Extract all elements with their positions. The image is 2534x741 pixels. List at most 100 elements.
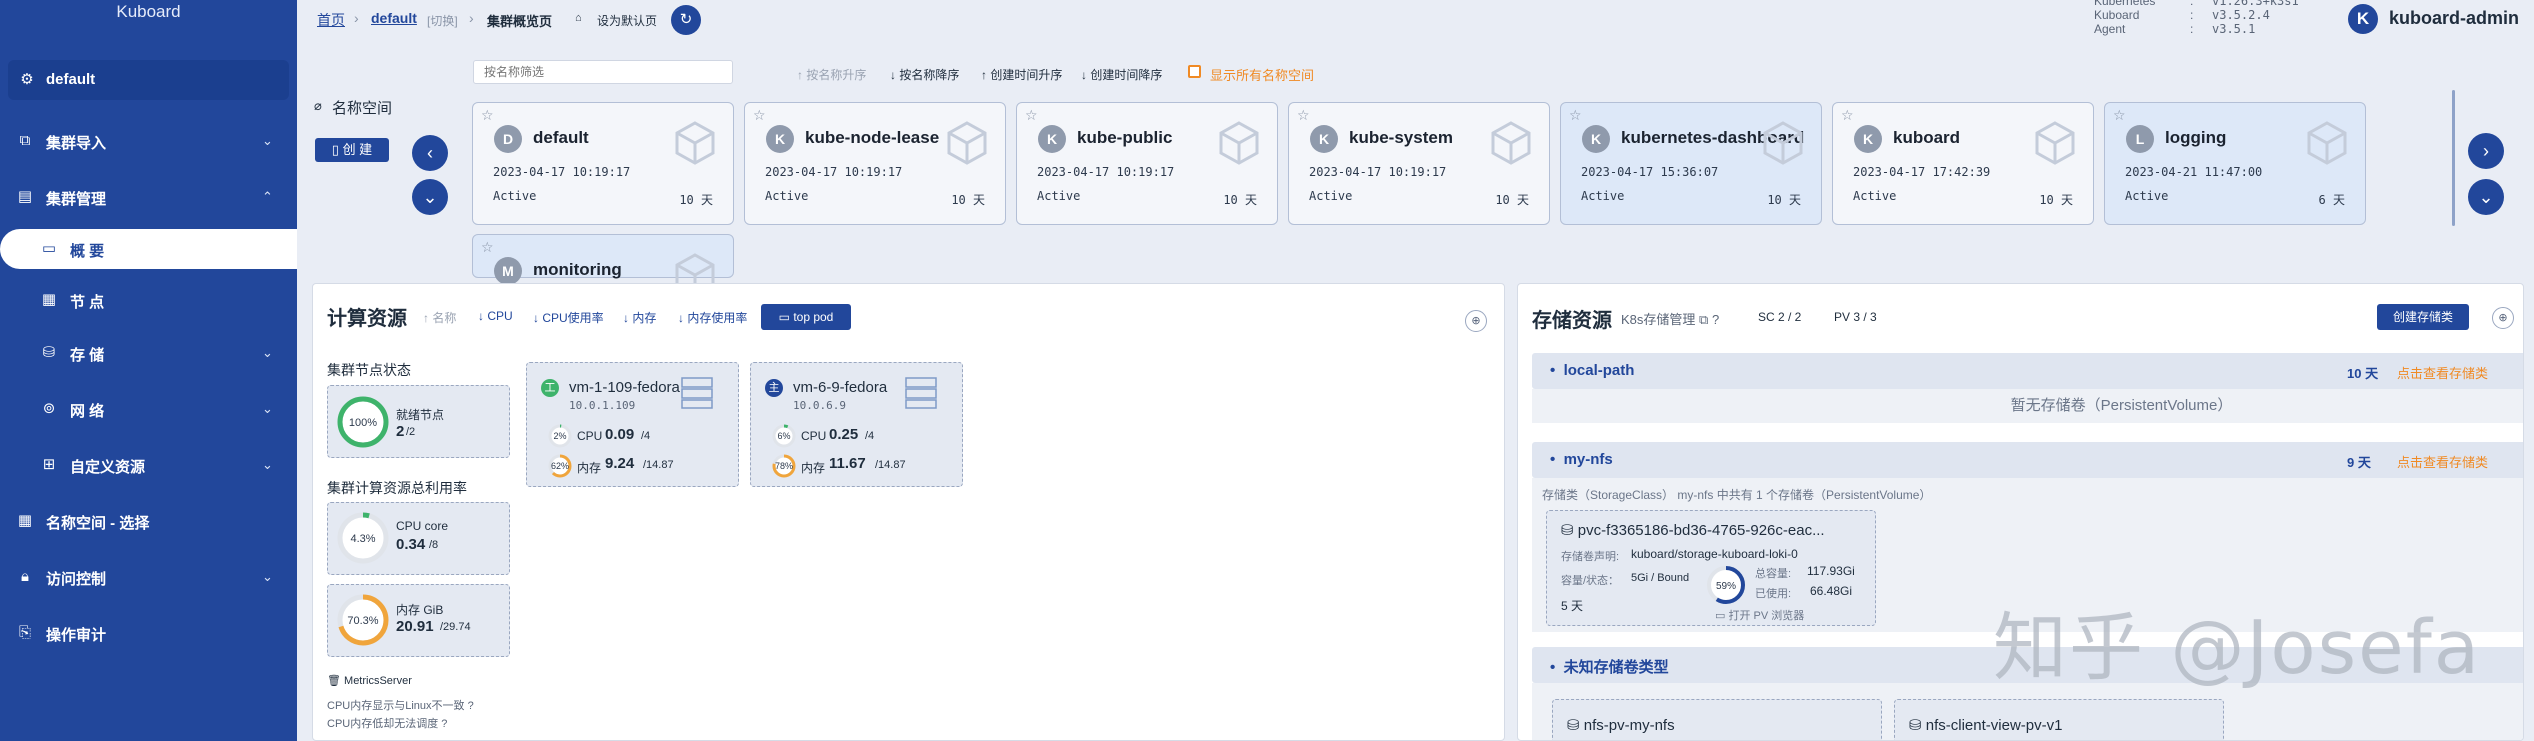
namespace-card[interactable]: ☆ Kkube-node-lease 2023-04-17 10:19:17 Acti… [744,102,1006,225]
breadcrumb-cluster[interactable]: default [371,10,417,26]
star-icon[interactable]: ☆ [1841,107,1854,124]
pv-card[interactable]: ⛁ pvc-f3365186-bd36-4765-926c-eac... 存储卷… [1546,510,1876,626]
pv-card[interactable]: ⛁ nfs-pv-my-nfs [1552,699,1882,740]
cube-icon [1491,121,1531,165]
star-icon[interactable]: ☆ [753,107,766,124]
empty-volumes-text: 暂无存储卷（PersistentVolume） [1532,389,2523,423]
version-info: Kubernetes: v1.26.3+k3s1 Kuboard: v3.5.2.4… [2094,0,2299,36]
namespace-card[interactable]: ☆ Kkube-public 2023-04-17 10:19:17 Active 10… [1016,102,1278,225]
monitor-icon: ▭ [778,310,794,324]
node-card[interactable]: 工 vm-1-109-fedora 10.0.1.109 2% CPU 0.09/4 62%… [526,362,739,487]
namespace-card[interactable]: ☆ Kkuboard 2023-04-17 17:42:39 Active 10 天 [1832,102,2094,225]
namespace-status: Active [1309,189,1353,203]
avatar[interactable]: K [2348,4,2378,34]
sort-name[interactable]: ↑ 名称 [423,309,456,326]
switch-cluster-link[interactable]: [切换] [427,12,458,29]
sort-memory[interactable]: ↓ 内存 [623,309,656,326]
sidebar: Kuboard ⚙ default ⧉ 集群导入 ⌄ ▤ 集群管理 ⌃ ▭ 概 … [0,0,297,741]
namespace-name: kube-public [1077,128,1173,147]
namespace-avatar: K [1038,125,1066,153]
sidebar-item-audit[interactable]: ⎘ 操作审计 [0,613,297,653]
zoom-icon[interactable]: ⊕ [2492,307,2514,329]
star-icon[interactable]: ☆ [1569,107,1582,124]
sidebar-item-cluster-management[interactable]: ▤ 集群管理 ⌃ [0,177,297,217]
gear-icon: ⚙ [20,71,34,88]
node-memory-value: 11.67 [829,455,866,472]
user-menu[interactable]: kuboard-admin [2389,8,2519,29]
namespace-created-time: 2023-04-17 10:19:17 [493,165,631,179]
view-storage-class-link[interactable]: 点击查看存储类 [2397,452,2488,471]
star-icon[interactable]: ☆ [1297,107,1310,124]
refresh-icon[interactable]: ↻ [671,5,701,35]
show-all-checkbox[interactable] [1188,65,1201,78]
namespace-filter-input[interactable] [473,60,733,84]
chevron-down-icon: ⌄ [422,187,438,207]
namespace-card[interactable]: ☆ Mmonitoring [472,234,734,297]
sidebar-item-storage[interactable]: ⛁ 存 储 ⌄ [0,333,297,373]
svg-text:78%: 78% [775,461,793,471]
create-namespace-button[interactable]: ▯ 创 建 [315,138,389,162]
collapse-button[interactable]: ⌄ [412,179,448,215]
folder-icon: ▭ [1715,610,1729,622]
namespace-card[interactable]: ☆ Ddefault 2023-04-17 10:19:17 Active 10 天 [472,102,734,225]
namespace-avatar: L [2126,125,2154,153]
scrollbar[interactable] [2452,90,2455,226]
view-storage-class-link[interactable]: 点击查看存储类 [2397,363,2488,382]
import-icon: ⧉ [19,132,31,149]
cpu-usage-box: 4.3% CPU core 0.34 /8 [327,502,510,575]
namespace-card[interactable]: ☆ Kkubernetes-dashboard 2023-04-17 15:36:0… [1560,102,1822,225]
node-ip: 10.0.1.109 [569,399,636,412]
star-icon[interactable]: ☆ [481,107,494,124]
namespace-card[interactable]: ☆ Llogging 2023-04-21 11:47:00 Active 6 天 [2104,102,2366,225]
note-cpu-mem-mismatch[interactable]: CPU内存显示与Linux不一致 ? [327,697,474,713]
sort-time-asc[interactable]: ↑ 创建时间升序 [981,66,1062,83]
show-all-label: 显示所有名称空间 [1210,68,1315,83]
open-pv-browser-link[interactable]: ▭ 打开 PV 浏览器 [1715,607,1804,623]
external-link-icon: ⧉ [1699,312,1709,327]
star-icon[interactable]: ☆ [1025,107,1038,124]
namespace-card[interactable]: ☆ Kkube-system 2023-04-17 10:19:17 Active 10… [1288,102,1550,225]
note-cannot-schedule[interactable]: CPU内存低却无法调度 ? [327,715,447,731]
sidebar-item-nodes[interactable]: ▦ 节 点 [0,280,297,320]
expand-button[interactable]: ⌄ [2468,179,2504,215]
sidebar-item-overview[interactable]: ▭ 概 要 [0,229,297,269]
sort-time-desc[interactable]: ↓ 创建时间降序 [1081,66,1162,83]
compute-title: 计算资源 [327,308,407,330]
namespace-avatar: K [1582,125,1610,153]
storage-class-local-path[interactable]: • local-path 10 天 点击查看存储类 [1532,353,2523,389]
sort-cpu-usage[interactable]: ↓ CPU使用率 [533,309,604,326]
compute-panel: 计算资源 ↑ 名称 ↓ CPU ↓ CPU使用率 ↓ 内存 ↓ 内存使用率 ▭ … [312,283,1505,741]
zoom-icon[interactable]: ⊕ [1465,310,1487,332]
sidebar-item-namespace-select[interactable]: ▦ 名称空间 - 选择 [0,501,297,541]
sort-cpu[interactable]: ↓ CPU [478,309,513,323]
cluster-icon: ▤ [17,188,33,205]
breadcrumb-home[interactable]: 首页 [317,10,345,30]
namespace-panel: ⌀ 名称空间 ▯ 创 建 ‹ ⌄ › ⌄ ↑ 按名称升序 ↓ 按名称降序 ↑ 创… [297,48,2534,297]
sort-name-asc[interactable]: ↑ 按名称升序 [797,66,866,83]
sidebar-item-default-cluster[interactable]: ⚙ default [8,60,289,100]
next-page-button[interactable]: › [2468,133,2504,169]
top-pod-button[interactable]: ▭ top pod [761,304,851,330]
chevron-down-icon: ⌄ [262,133,273,148]
sidebar-item-network[interactable]: ⊚ 网 络 ⌄ [0,389,297,429]
storage-class-my-nfs[interactable]: • my-nfs 9 天 点击查看存储类 [1532,442,2523,478]
star-icon[interactable]: ☆ [481,239,494,256]
sort-name-desc[interactable]: ↓ 按名称降序 [890,66,959,83]
pv-card[interactable]: ⛁ nfs-client-view-pv-v1 [1894,699,2224,740]
pvc-claim: kuboard/storage-kuboard-loki-0 [1631,547,1798,561]
sidebar-item-access-control[interactable]: 🔒︎ 访问控制 ⌄ [0,557,297,597]
k8s-storage-link[interactable]: K8s存储管理 ⧉ ? [1621,309,1719,328]
set-default-page-button[interactable]: 设为默认页 [597,12,657,29]
database-icon: ⛁ [1561,522,1578,539]
sc-count: SC 2 / 2 [1758,310,1802,324]
star-icon[interactable]: ☆ [2113,107,2126,124]
chevron-left-icon: ‹ [427,143,433,163]
prev-page-button[interactable]: ‹ [412,135,448,171]
pv-name: ⛁ pvc-f3365186-bd36-4765-926c-eac... [1561,522,1825,539]
create-storage-class-button[interactable]: 创建存储类 [2377,304,2469,330]
sidebar-item-cluster-import[interactable]: ⧉ 集群导入 ⌄ [0,121,297,161]
node-card[interactable]: 主 vm-6-9-fedora 10.0.6.9 6% CPU 0.25/4 78% 内存 11… [750,362,963,487]
sort-memory-usage[interactable]: ↓ 内存使用率 [678,309,747,326]
sidebar-item-custom-resources[interactable]: ⊞ 自定义资源 ⌄ [0,445,297,485]
node-ip: 10.0.6.9 [793,399,846,412]
